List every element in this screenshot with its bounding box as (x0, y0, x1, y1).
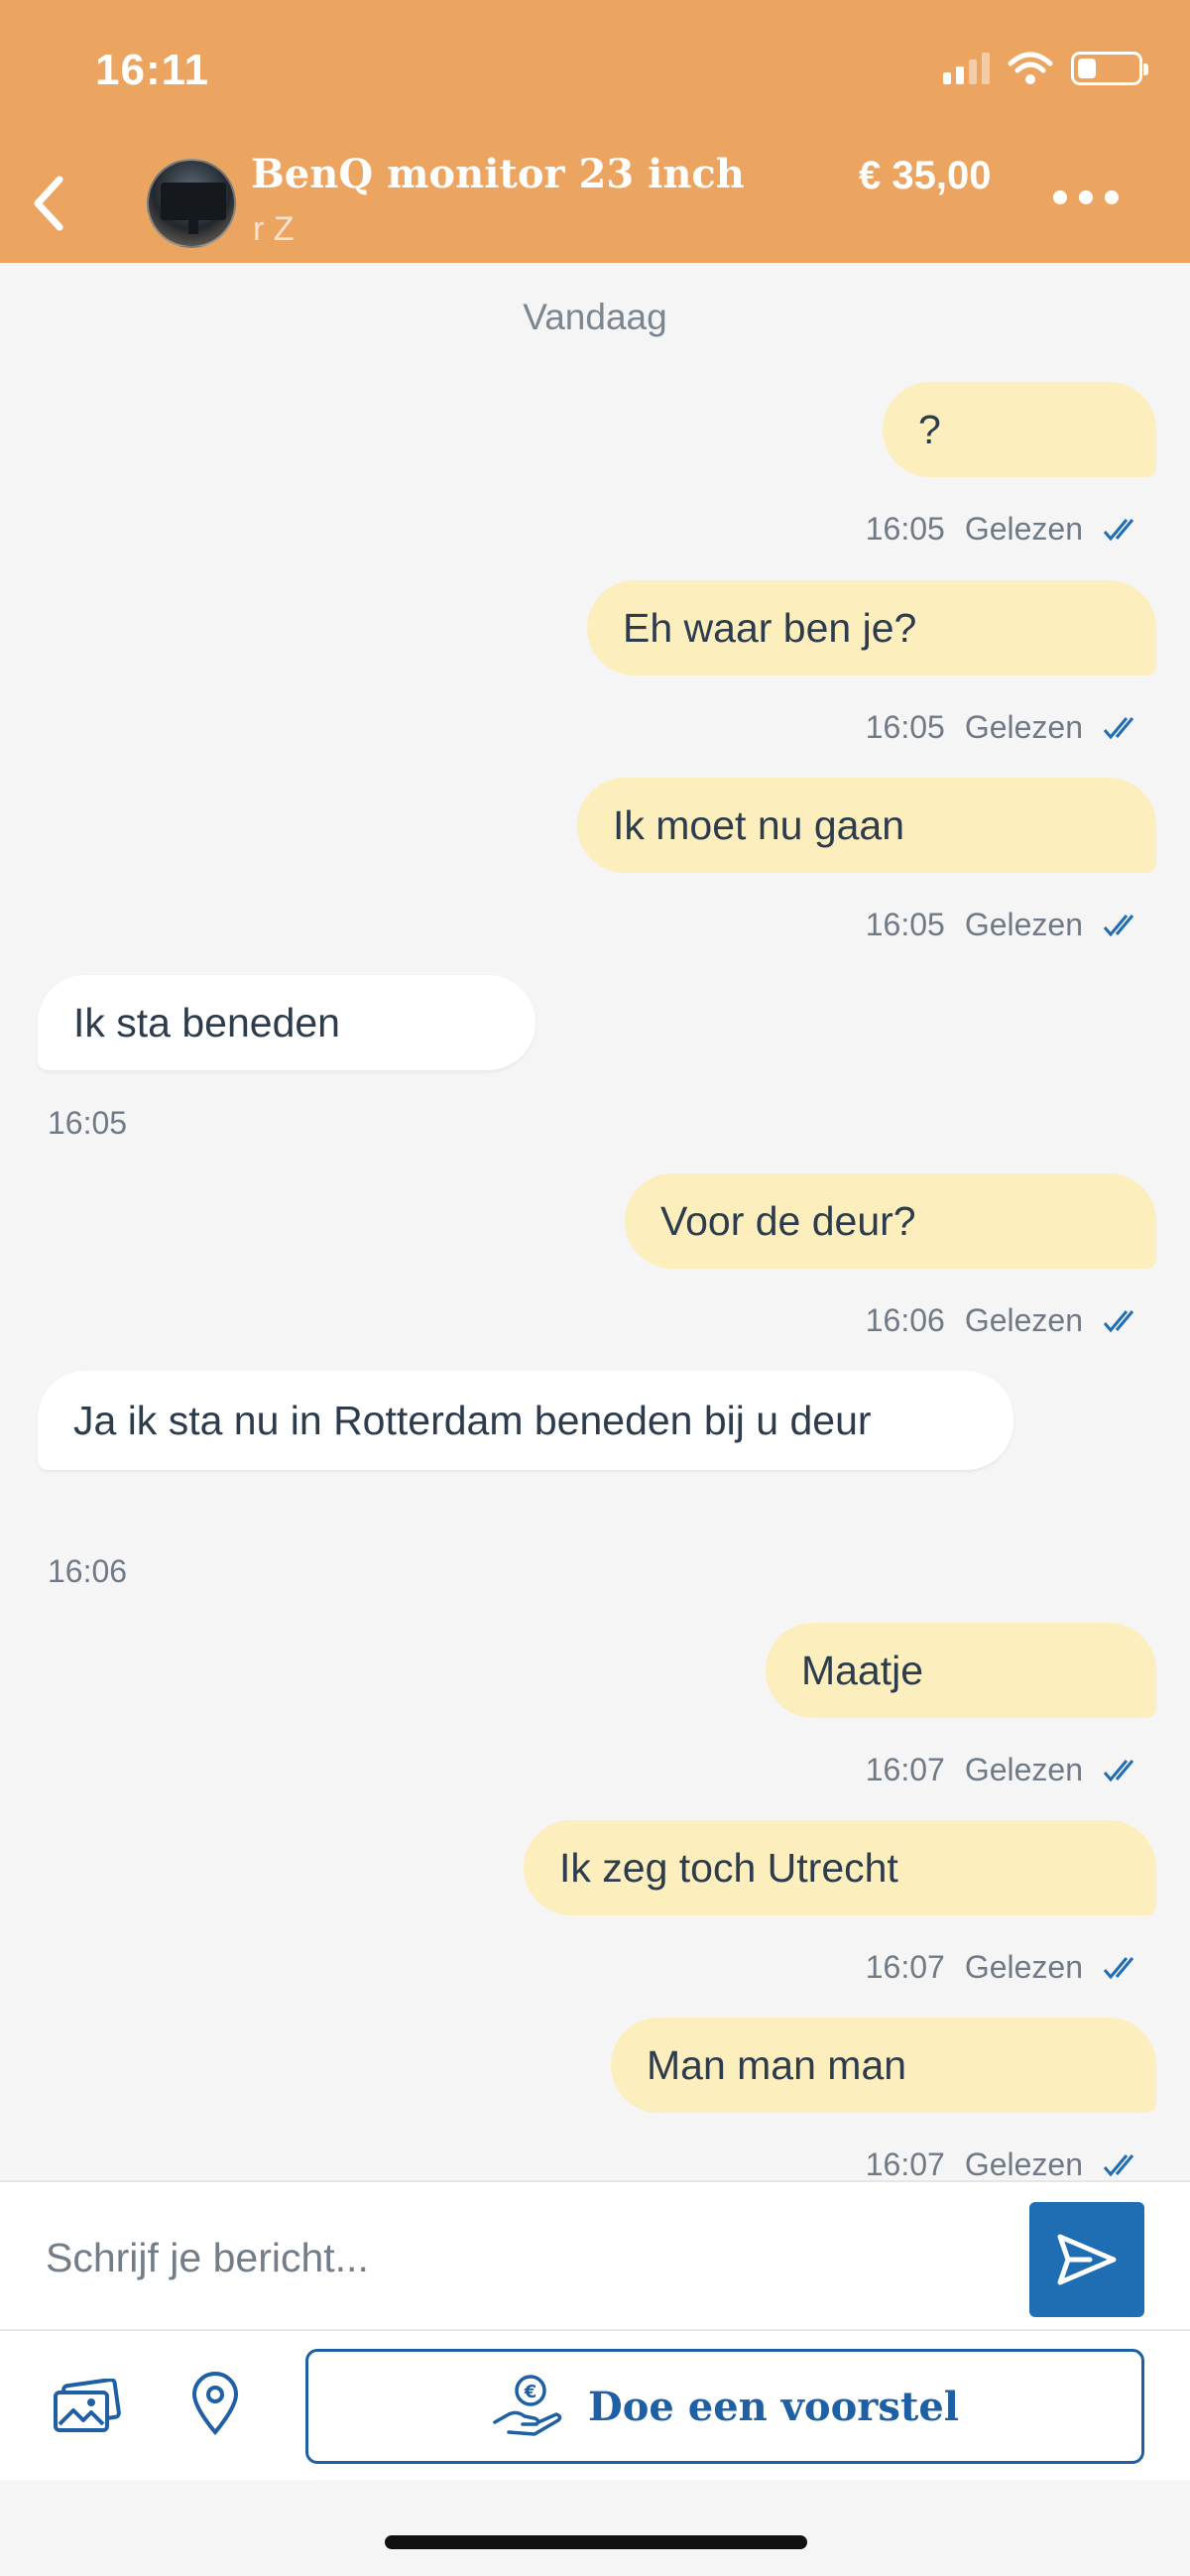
message-meta: 16:07 Gelezen (866, 2147, 1142, 2180)
message-text: Ik moet nu gaan (613, 801, 905, 848)
message-meta: 16:05 Gelezen (866, 709, 1142, 746)
more-horizontal-icon (1053, 190, 1067, 204)
message-composer (0, 2180, 1190, 2331)
message-text: ? (918, 406, 941, 452)
message-meta: 16:07 Gelezen (866, 1752, 1142, 1788)
read-status: Gelezen (964, 907, 1083, 942)
item-price: € 35,00 (859, 154, 992, 197)
message-meta: 16:05 (48, 1105, 127, 1142)
chevron-left-icon (34, 176, 63, 231)
location-button[interactable] (190, 2371, 240, 2436)
message-meta: 16:06 Gelezen (866, 1302, 1142, 1339)
double-check-icon (1103, 1759, 1134, 1781)
message-text: Maatje (801, 1647, 924, 1693)
message-bubble-sent[interactable]: Ik zeg toch Utrecht (524, 1820, 1156, 1915)
more-button[interactable] (1053, 190, 1119, 204)
svg-text:€: € (524, 2382, 537, 2402)
message-time: 16:05 (865, 907, 945, 942)
wifi-icon (1008, 52, 1053, 84)
send-button[interactable] (1029, 2202, 1144, 2317)
message-text: Voor de deur? (660, 1197, 916, 1244)
read-status: Gelezen (964, 1949, 1083, 1985)
chat-thread[interactable]: Vandaag ? 16:05 Gelezen Eh waar ben je? … (0, 263, 1190, 2180)
euro-hand-icon: € (493, 2375, 562, 2436)
message-text: Ja ik sta nu in Rotterdam beneden bij u … (73, 1397, 872, 1443)
item-thumbnail[interactable] (147, 159, 236, 248)
message-meta: 16:07 Gelezen (866, 1949, 1142, 1986)
message-input[interactable] (46, 2222, 988, 2293)
user-name: r Z (253, 210, 295, 248)
double-check-icon (1103, 1956, 1134, 1979)
double-check-icon (1103, 518, 1134, 541)
message-time: 16:05 (48, 1105, 128, 1141)
location-pin-icon (191, 2372, 239, 2436)
read-status: Gelezen (964, 1752, 1083, 1787)
message-bubble-sent[interactable]: ? (883, 382, 1156, 477)
photo-button[interactable] (52, 2378, 121, 2434)
message-bubble-sent[interactable]: Voor de deur? (625, 1173, 1156, 1269)
message-time: 16:05 (865, 709, 945, 745)
message-text: Eh waar ben je? (623, 604, 917, 651)
message-bubble-sent[interactable]: Maatje (766, 1623, 1156, 1718)
message-bubble-received[interactable]: Ja ik sta nu in Rotterdam beneden bij u … (38, 1371, 1013, 1470)
message-bubble-sent[interactable]: Man man man (611, 2018, 1156, 2113)
message-bubble-sent[interactable]: Eh waar ben je? (587, 580, 1156, 675)
message-meta: 16:05 Gelezen (866, 511, 1142, 548)
message-time: 16:06 (48, 1553, 128, 1589)
message-text: Ik sta beneden (73, 999, 340, 1045)
status-time: 16:11 (95, 46, 210, 94)
message-meta: 16:05 Gelezen (866, 907, 1142, 943)
item-title[interactable]: BenQ monitor 23 inch (251, 151, 745, 197)
message-time: 16:07 (865, 1949, 945, 1985)
message-meta: 16:06 (48, 1553, 127, 1590)
double-check-icon (1103, 914, 1134, 936)
message-time: 16:05 (865, 511, 945, 547)
message-time: 16:06 (865, 1302, 945, 1338)
double-check-icon (1103, 1309, 1134, 1332)
back-button[interactable] (30, 169, 79, 238)
make-offer-button[interactable]: € Doe een voorstel (305, 2349, 1144, 2464)
composer-toolbar: € Doe een voorstel (0, 2331, 1190, 2480)
header: 16:11 BenQ monitor 23 inch r Z € 35,00 (0, 0, 1190, 263)
message-bubble-received[interactable]: Ik sta beneden (38, 975, 536, 1070)
message-text: Ik zeg toch Utrecht (559, 1844, 898, 1891)
double-check-icon (1103, 716, 1134, 739)
message-time: 16:07 (865, 1752, 945, 1787)
signal-icon (943, 53, 990, 84)
message-bubble-sent[interactable]: Ik moet nu gaan (577, 778, 1156, 873)
double-check-icon (1103, 2153, 1134, 2176)
message-text: Man man man (647, 2041, 907, 2088)
status-icons (943, 52, 1148, 85)
battery-icon (1071, 52, 1148, 85)
read-status: Gelezen (964, 2147, 1083, 2180)
read-status: Gelezen (964, 709, 1083, 745)
photo-gallery-icon (54, 2378, 121, 2432)
read-status: Gelezen (964, 1302, 1083, 1338)
message-time: 16:07 (865, 2147, 945, 2180)
home-indicator[interactable] (385, 2535, 807, 2549)
send-icon (1057, 2234, 1117, 2285)
make-offer-label: Doe een voorstel (588, 2383, 959, 2430)
read-status: Gelezen (964, 511, 1083, 547)
day-label: Vandaag (523, 297, 667, 337)
